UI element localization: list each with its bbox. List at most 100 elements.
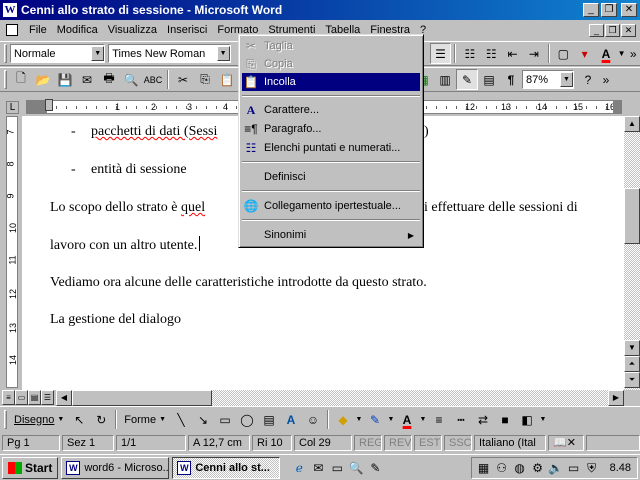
clipart-icon[interactable]: ☺ (302, 409, 324, 430)
rectangle-icon[interactable]: ▭ (214, 409, 236, 430)
context-menu-cut[interactable]: ✂ Taglia (242, 37, 420, 55)
save-icon[interactable]: 💾 (54, 69, 76, 90)
textbox-icon[interactable]: ▤ (258, 409, 280, 430)
print-preview-icon[interactable]: 🔍 (120, 69, 142, 90)
indent-marker[interactable] (45, 99, 53, 111)
font-combo[interactable]: Times New Roman ▼ (108, 44, 231, 63)
numbering-icon[interactable]: ☷ (459, 43, 480, 64)
doc-minimize-button[interactable]: _ (589, 23, 604, 37)
more-buttons-icon[interactable]: » (599, 69, 613, 90)
menu-file[interactable]: File (24, 21, 52, 39)
chevron-down-icon[interactable]: ▼ (418, 409, 428, 430)
drawing-icon[interactable]: ✎ (456, 69, 478, 90)
chevron-down-icon[interactable]: ▼ (560, 72, 573, 87)
chevron-down-icon[interactable]: ▼ (538, 409, 548, 430)
tab-selector-icon[interactable]: L (6, 101, 19, 114)
toolbar-grip[interactable] (4, 70, 7, 89)
clock[interactable]: 8.48 (610, 462, 631, 474)
rotate-icon[interactable]: ↻ (90, 409, 112, 430)
tray-network-icon[interactable]: ⚇ (494, 460, 510, 476)
zoom-combo[interactable]: 87% ▼ (522, 70, 574, 89)
chevron-down-icon[interactable]: ▼ (386, 409, 396, 430)
chevron-down-icon[interactable]: ▼ (216, 46, 230, 61)
notepad-icon[interactable]: ✎ (367, 460, 383, 476)
copy-icon[interactable]: ⎘ (194, 69, 216, 90)
cut-icon[interactable]: ✂ (172, 69, 194, 90)
doc-restore-button[interactable]: ❐ (605, 23, 620, 37)
status-language[interactable]: Italiano (Ital (474, 435, 546, 451)
context-menu-bullets[interactable]: ☷ Elenchi puntati e numerati... (242, 139, 420, 157)
vertical-scrollbar[interactable]: ▲ ▼ ⏶ ⏷ (624, 116, 640, 390)
scroll-left-icon[interactable]: ◀ (56, 390, 72, 406)
border-icon[interactable]: ▢ (553, 43, 574, 64)
scroll-thumb[interactable] (72, 390, 212, 406)
start-button[interactable]: Start (2, 456, 59, 479)
wordart-icon[interactable]: A (280, 409, 302, 430)
justify-icon[interactable]: ☰ (429, 43, 452, 64)
shadow-icon[interactable]: ■ (494, 409, 516, 430)
tray-app-icon[interactable]: ▦ (476, 460, 492, 476)
print-icon[interactable]: 🖶 (98, 69, 120, 90)
font-color-icon[interactable]: A (595, 43, 616, 64)
chevron-down-icon[interactable]: ▼ (354, 409, 364, 430)
outlook-icon[interactable]: ✉ (310, 460, 326, 476)
more-buttons-icon[interactable]: » (626, 43, 640, 64)
line-color-icon[interactable]: ✎ (364, 409, 386, 430)
spelling-status-icon[interactable]: 📖✕ (548, 435, 584, 451)
taskbar-item-word6[interactable]: W word6 - Microso... (61, 456, 170, 479)
autoshapes-menu-button[interactable]: Forme ▼ (120, 414, 170, 426)
increase-indent-icon[interactable]: ⇥ (523, 43, 544, 64)
toolbar-grip[interactable] (4, 410, 7, 429)
highlight-icon[interactable]: ▾ (574, 43, 595, 64)
word-app-icon[interactable]: W (3, 3, 17, 17)
open-folder-icon[interactable]: 📂 (32, 69, 54, 90)
oval-icon[interactable]: ◯ (236, 409, 258, 430)
desktop-icon[interactable]: ▭ (329, 460, 345, 476)
tray-volume-icon[interactable]: 🔈 (548, 460, 564, 476)
context-menu-paragraph[interactable]: ≡¶ Paragrafo... (242, 120, 420, 138)
arrow-icon[interactable]: ↘ (192, 409, 214, 430)
doc-close-button[interactable]: ✕ (621, 23, 636, 37)
tray-monitor-icon[interactable]: ▭ (566, 460, 582, 476)
new-document-icon[interactable]: 🗋 (10, 69, 32, 90)
tray-globe-icon[interactable]: ◍ (512, 460, 528, 476)
font-color-icon[interactable]: A (396, 409, 418, 430)
fill-color-icon[interactable]: ◆ (332, 409, 354, 430)
context-menu-define[interactable]: Definisci (242, 168, 420, 186)
menu-visualizza[interactable]: Visualizza (103, 21, 162, 39)
line-style-icon[interactable]: ≡ (428, 409, 450, 430)
show-hide-icon[interactable]: ¶ (500, 69, 522, 90)
status-rev[interactable]: REV (384, 435, 412, 451)
scroll-down-icon[interactable]: ▼ (624, 340, 640, 356)
scroll-thumb[interactable] (624, 188, 640, 244)
page-view-icon[interactable]: ▤ (28, 390, 41, 405)
style-combo[interactable]: Normale ▼ (9, 44, 106, 63)
tray-settings-icon[interactable]: ⚙ (530, 460, 546, 476)
context-menu-paste[interactable]: 📋 Incolla (242, 73, 420, 91)
horizontal-scrollbar[interactable]: ◀ ▶ (56, 390, 624, 406)
bullets-icon[interactable]: ☷ (481, 43, 502, 64)
tray-security-icon[interactable]: ⛨ (584, 460, 600, 476)
title-bar[interactable]: W Cenni allo strato di sessione - Micros… (0, 0, 640, 20)
status-ovr[interactable]: SSC (444, 435, 472, 451)
outline-view-icon[interactable]: ☰ (41, 390, 54, 405)
columns-icon[interactable]: ▥ (434, 69, 456, 90)
status-ext[interactable]: EST (414, 435, 442, 451)
help-icon[interactable]: ? (577, 69, 599, 90)
document-map-icon[interactable]: ▤ (478, 69, 500, 90)
status-rec[interactable]: REG (354, 435, 382, 451)
context-menu-hyperlink[interactable]: 🌐 Collegamento ipertestuale... (242, 197, 420, 215)
3d-icon[interactable]: ◧ (516, 409, 538, 430)
menu-modifica[interactable]: Modifica (52, 21, 103, 39)
scroll-up-icon[interactable]: ▲ (624, 116, 640, 132)
next-page-icon[interactable]: ⏷ (624, 372, 640, 388)
previous-page-icon[interactable]: ⏶ (624, 356, 640, 372)
chevron-down-icon[interactable]: ▼ (91, 46, 105, 61)
spelling-icon[interactable]: ABC (142, 69, 164, 90)
document-icon[interactable] (6, 24, 18, 36)
chevron-down-icon[interactable]: ▼ (617, 43, 627, 64)
dash-style-icon[interactable]: ┅ (450, 409, 472, 430)
arrow-style-icon[interactable]: ⇄ (472, 409, 494, 430)
line-icon[interactable]: ╲ (170, 409, 192, 430)
context-menu-synonyms[interactable]: Sinonimi ▶ (242, 226, 420, 244)
